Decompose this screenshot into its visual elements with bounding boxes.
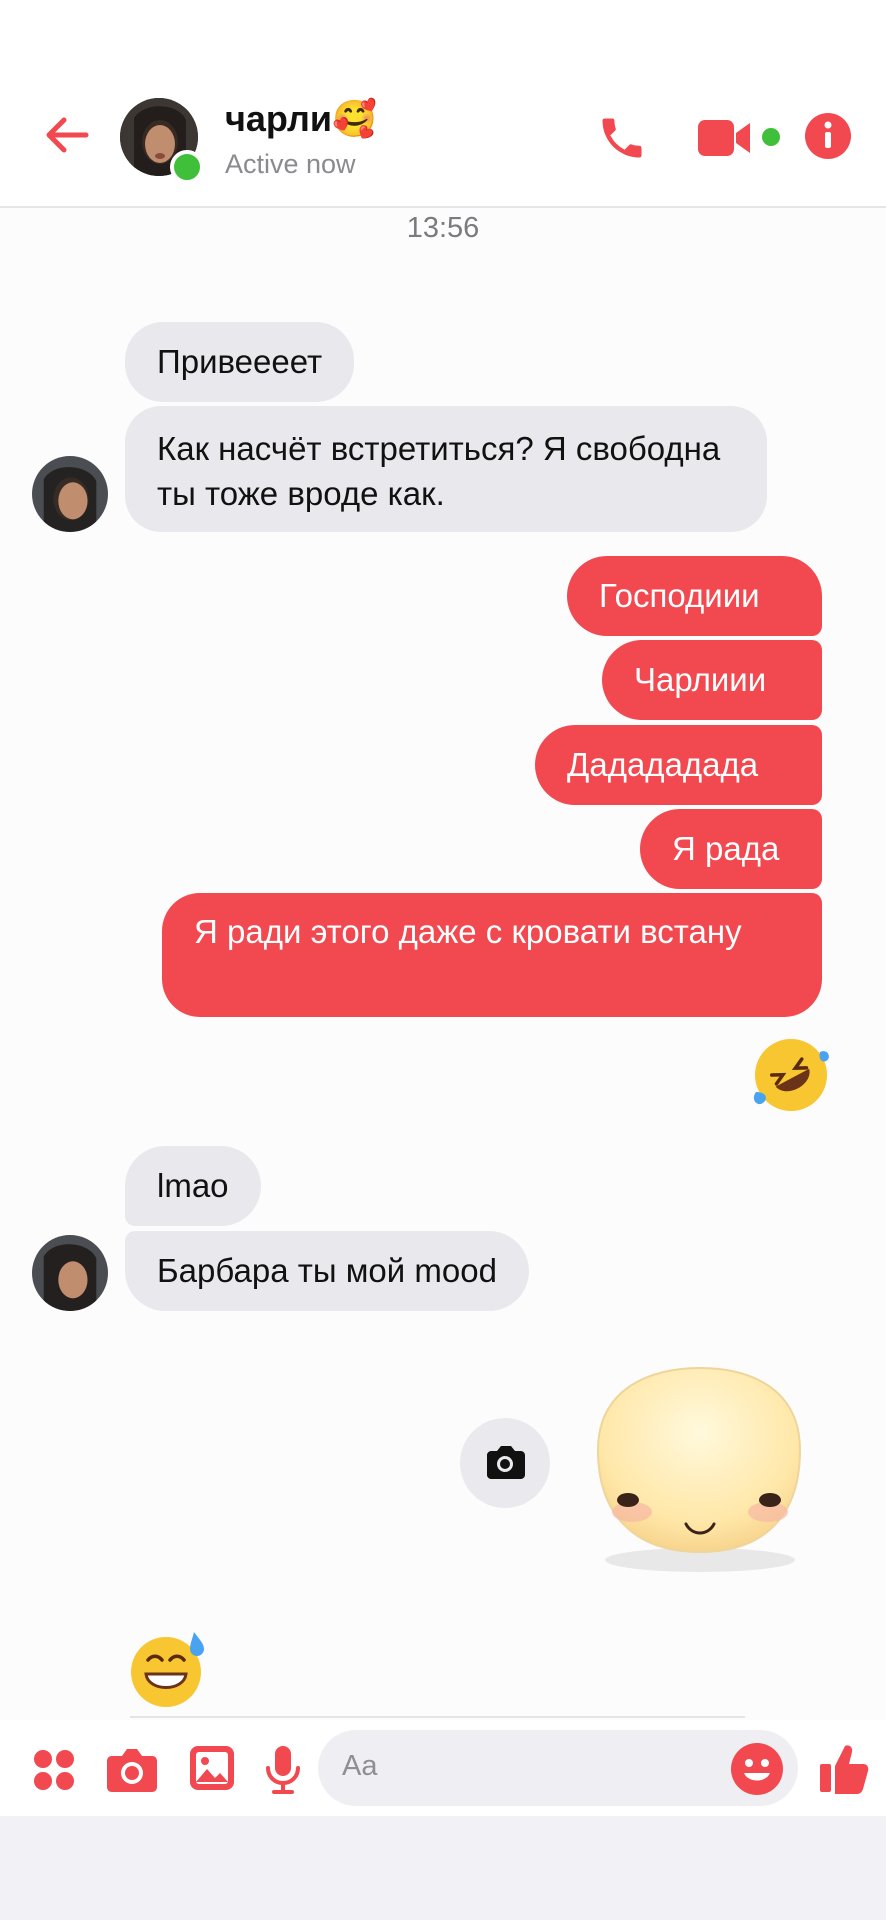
outgoing-message[interactable]: Чарлиии bbox=[602, 640, 822, 720]
grinning-sweat-emoji[interactable] bbox=[128, 1630, 208, 1710]
info-icon[interactable] bbox=[804, 112, 852, 160]
blushing-blob-sticker[interactable] bbox=[578, 1360, 818, 1580]
online-status-dot bbox=[170, 150, 204, 184]
message-timestamp: 13:56 bbox=[406, 212, 480, 244]
back-arrow-icon[interactable] bbox=[42, 110, 92, 160]
thumbs-up-icon[interactable] bbox=[818, 1740, 870, 1796]
gallery-icon[interactable] bbox=[188, 1744, 236, 1792]
message-input[interactable]: Aa bbox=[318, 1730, 798, 1806]
message-input-placeholder: Aa bbox=[342, 1750, 378, 1782]
camera-icon[interactable] bbox=[106, 1746, 158, 1794]
rolling-laughing-emoji[interactable] bbox=[750, 1034, 832, 1116]
incoming-message[interactable]: Как насчёт встретиться? Я свободна ты то… bbox=[125, 406, 767, 532]
outgoing-message[interactable]: Господиии bbox=[567, 556, 822, 636]
microphone-icon[interactable] bbox=[262, 1744, 304, 1796]
contact-avatar-small bbox=[32, 456, 108, 532]
contact-avatar-small bbox=[32, 1235, 108, 1311]
chat-header: чарли🥰 Active now bbox=[0, 0, 886, 208]
system-nav-area bbox=[0, 1816, 886, 1920]
camera-shortcut-button[interactable] bbox=[460, 1418, 550, 1508]
outgoing-message[interactable]: Дадададада bbox=[535, 725, 822, 805]
video-call-icon[interactable] bbox=[696, 116, 754, 160]
contact-status: Active now bbox=[225, 149, 356, 179]
video-active-dot bbox=[762, 128, 780, 146]
outgoing-message[interactable]: Я ради этого даже с кровати встану bbox=[162, 893, 822, 1017]
phone-icon[interactable] bbox=[596, 112, 648, 164]
apps-icon[interactable] bbox=[32, 1748, 76, 1792]
outgoing-message[interactable]: Я рада bbox=[640, 809, 822, 889]
divider bbox=[130, 1716, 745, 1718]
emoji-icon[interactable] bbox=[730, 1742, 784, 1796]
incoming-message[interactable]: lmao bbox=[125, 1146, 261, 1226]
contact-name[interactable]: чарли🥰 bbox=[225, 98, 377, 140]
incoming-message[interactable]: Привеееет bbox=[125, 322, 355, 402]
incoming-message[interactable]: Барбара ты мой mood bbox=[125, 1231, 529, 1311]
